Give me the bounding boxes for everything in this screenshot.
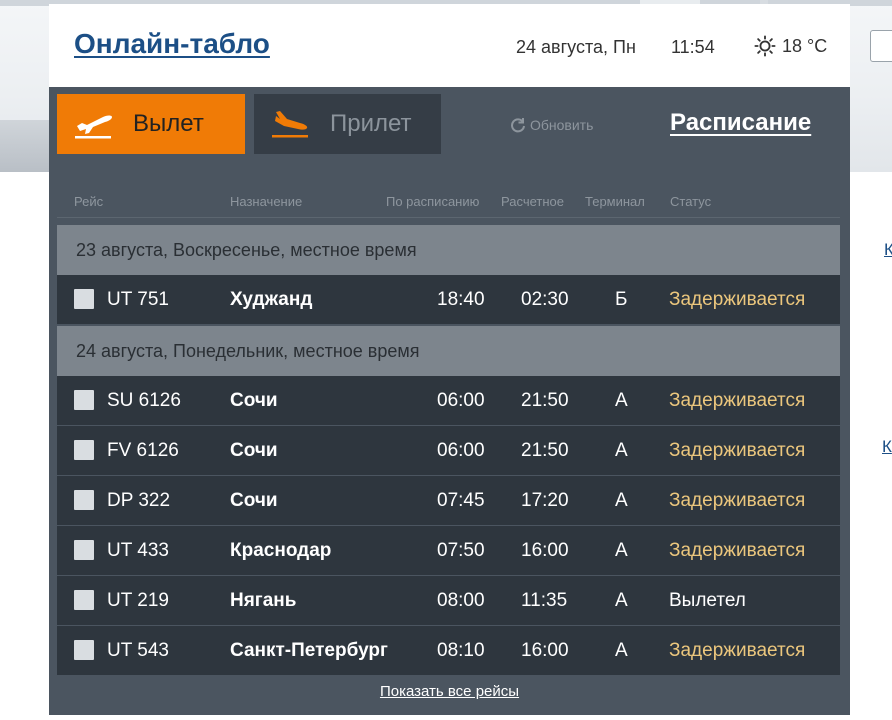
flight-terminal: А	[615, 440, 628, 461]
side-link[interactable]: К	[884, 240, 892, 260]
flight-row[interactable]: UT 543 Санкт-Петербург 08:10 16:00 А Зад…	[57, 626, 840, 675]
page-title-link[interactable]: Онлайн-табло	[74, 28, 270, 60]
search-input[interactable]	[870, 30, 892, 62]
flight-estimated-time: 02:30	[521, 289, 569, 310]
flight-scheduled-time: 08:10	[437, 640, 485, 661]
flight-row[interactable]: UT 433 Краснодар 07:50 16:00 А Задержива…	[57, 526, 840, 575]
flight-status: Задерживается	[669, 289, 806, 310]
flight-status: Задерживается	[669, 440, 806, 461]
flight-row[interactable]: UT 219 Нягань 08:00 11:35 А Вылетел	[57, 576, 840, 625]
flight-scheduled-time: 08:00	[437, 590, 485, 611]
flight-scheduled-time: 06:00	[437, 390, 485, 411]
flight-estimated-time: 11:35	[521, 590, 568, 611]
utair-logo-icon	[74, 540, 94, 560]
flight-number: FV 6126	[107, 440, 179, 461]
flight-row[interactable]: DP 322 Сочи 07:45 17:20 А Задерживается	[57, 476, 840, 525]
aeroflot-logo-icon	[74, 390, 94, 410]
flight-estimated-time: 16:00	[521, 640, 569, 661]
flight-terminal: А	[615, 590, 628, 611]
flight-scheduled-time: 07:50	[437, 540, 485, 561]
flight-destination: Сочи	[230, 390, 278, 411]
flight-terminal: А	[615, 640, 628, 661]
current-time: 11:54	[671, 37, 715, 57]
utair-logo-icon	[74, 640, 94, 660]
sun-icon	[754, 35, 776, 57]
tab-arrivals[interactable]: Прилет	[254, 94, 441, 154]
flight-terminal: А	[615, 490, 628, 511]
flight-board: Вылет Прилет Обновить Расписание Рейс На…	[49, 87, 850, 715]
flight-status: Задерживается	[669, 490, 806, 511]
pobeda-logo-icon	[74, 490, 94, 510]
flight-estimated-time: 21:50	[521, 440, 569, 461]
flight-estimated-time: 16:00	[521, 540, 569, 561]
current-date: 24 августа, Пн	[516, 37, 636, 57]
flight-scheduled-time: 18:40	[437, 289, 485, 310]
flight-destination: Нягань	[230, 590, 297, 611]
column-header-terminal: Терминал	[585, 194, 645, 209]
refresh-button[interactable]: Обновить	[510, 117, 593, 133]
flight-destination: Санкт-Петербург	[230, 640, 388, 661]
flight-status: Задерживается	[669, 390, 806, 411]
weather: 18 °C	[754, 35, 827, 57]
temperature: 18 °C	[782, 35, 828, 56]
utair-logo-icon	[74, 590, 94, 610]
tab-arrivals-label: Прилет	[330, 110, 412, 137]
show-all-flights-link[interactable]: Показать все рейсы	[49, 683, 850, 700]
flight-scheduled-time: 07:45	[437, 490, 485, 511]
flight-terminal: Б	[615, 289, 628, 310]
flight-scheduled-time: 06:00	[437, 440, 485, 461]
flight-status: Задерживается	[669, 540, 806, 561]
column-header-status: Статус	[670, 194, 712, 209]
column-header-scheduled: По расписанию	[386, 194, 480, 209]
schedule-link[interactable]: Расписание	[670, 109, 811, 137]
side-link[interactable]: К	[882, 437, 892, 457]
column-header-destination: Назначение	[230, 194, 303, 209]
flight-destination: Краснодар	[230, 540, 332, 561]
flight-status: Вылетел	[669, 590, 746, 611]
flight-number: UT 433	[107, 540, 169, 561]
tab-departures-label: Вылет	[133, 110, 204, 137]
plane-landing-icon	[272, 111, 308, 138]
day-header: 24 августа, Понедельник, местное время	[57, 326, 840, 376]
column-header-flight: Рейс	[74, 194, 104, 209]
refresh-icon	[511, 118, 525, 133]
flight-number: UT 543	[107, 640, 169, 661]
column-header-estimated: Расчетное	[501, 194, 564, 209]
flight-number: UT 219	[107, 590, 169, 611]
plane-takeoff-icon	[75, 115, 112, 139]
flight-number: UT 751	[107, 289, 169, 310]
flight-destination: Худжанд	[230, 289, 313, 310]
day-header: 23 августа, Воскресенье, местное время	[57, 225, 840, 275]
flight-terminal: А	[615, 540, 628, 561]
tab-departures[interactable]: Вылет	[57, 94, 245, 154]
flight-number: SU 6126	[107, 390, 181, 411]
flight-estimated-time: 17:20	[521, 490, 569, 511]
flight-row[interactable]: UT 751 Худжанд 18:40 02:30 Б Задерживает…	[57, 275, 840, 324]
header-divider	[57, 217, 840, 218]
flight-number: DP 322	[107, 490, 171, 511]
utair-logo-icon	[74, 289, 94, 309]
flight-row[interactable]: FV 6126 Сочи 06:00 21:50 А Задерживается	[57, 426, 840, 475]
flight-destination: Сочи	[230, 490, 278, 511]
refresh-label: Обновить	[530, 117, 594, 133]
rossiya-logo-icon	[74, 440, 94, 460]
flight-destination: Сочи	[230, 440, 278, 461]
flight-status: Задерживается	[669, 640, 806, 661]
flight-row[interactable]: SU 6126 Сочи 06:00 21:50 А Задерживается	[57, 376, 840, 425]
flight-terminal: А	[615, 390, 628, 411]
flight-estimated-time: 21:50	[521, 390, 569, 411]
